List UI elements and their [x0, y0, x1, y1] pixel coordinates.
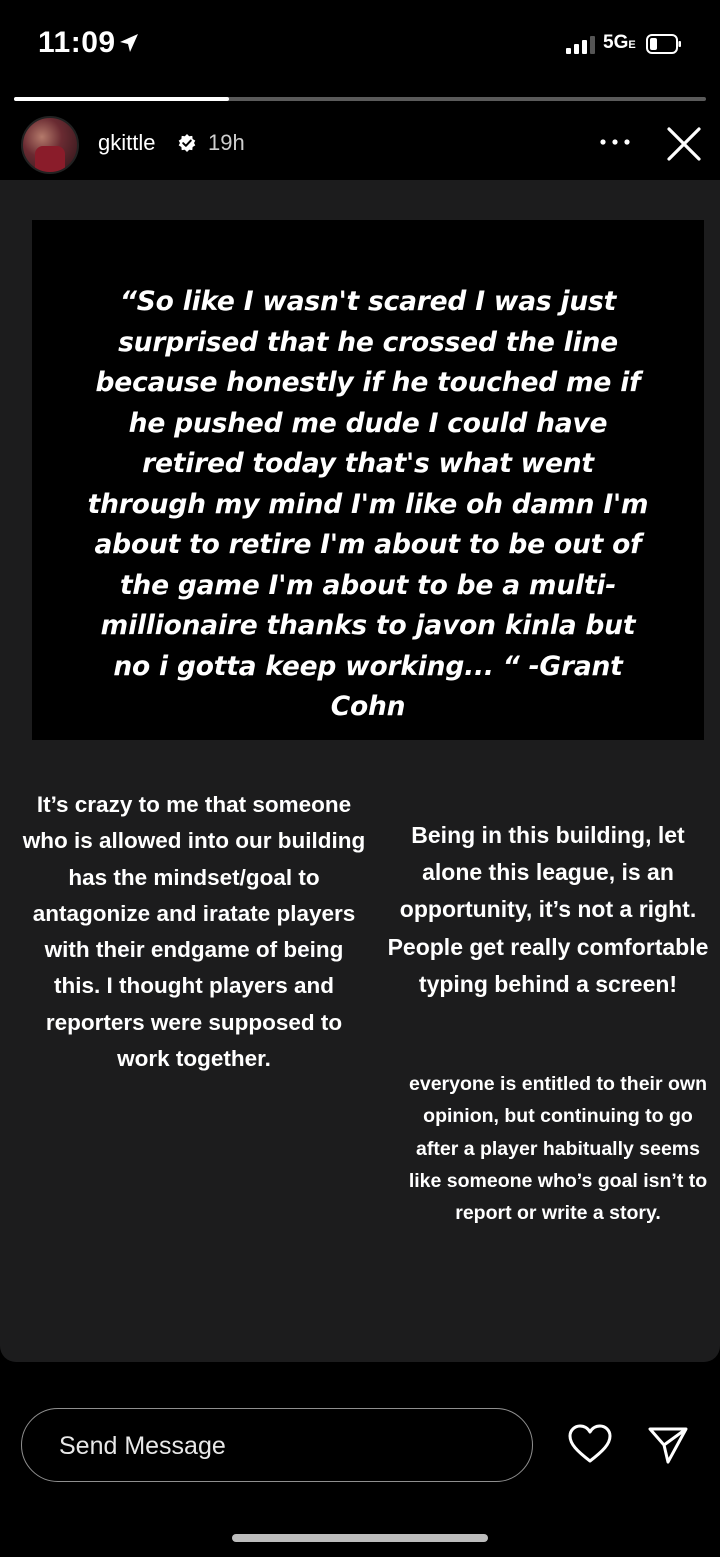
- signal-bars-icon: [566, 36, 595, 54]
- send-message-input[interactable]: Send Message: [21, 1408, 533, 1482]
- heart-icon[interactable]: [567, 1423, 613, 1465]
- battery-low-icon: [646, 34, 681, 54]
- username[interactable]: gkittle: [98, 130, 155, 156]
- close-icon[interactable]: [664, 124, 704, 164]
- send-arrow-icon[interactable]: [647, 1425, 689, 1465]
- right-small-caption: everyone is entitled to their own opinio…: [408, 1073, 708, 1225]
- status-bar: 11:09 5GE: [0, 0, 720, 90]
- quote-text: “So like I wasn't scared I was just surp…: [87, 286, 649, 722]
- right-caption: Being in this building, let alone this l…: [387, 822, 709, 997]
- left-caption: It’s crazy to me that someone who is all…: [22, 792, 366, 1072]
- story-progress-bar: [14, 97, 706, 101]
- story-header: gkittle 19h: [0, 108, 720, 178]
- home-indicator: [232, 1534, 488, 1542]
- more-dots-icon[interactable]: [598, 132, 632, 152]
- location-arrow-icon: [120, 34, 138, 52]
- send-message-placeholder: Send Message: [59, 1432, 226, 1460]
- story-progress-fill: [14, 97, 229, 101]
- message-bar: Send Message: [0, 1395, 720, 1495]
- avatar[interactable]: [21, 116, 79, 174]
- story-timestamp: 19h: [208, 130, 245, 155]
- network-indicator: 5GE: [603, 32, 636, 53]
- status-time: 11:09: [38, 26, 116, 59]
- verified-badge-icon: [178, 134, 196, 152]
- quote-screenshot: “So like I wasn't scared I was just surp…: [32, 220, 704, 740]
- story-content[interactable]: “So like I wasn't scared I was just surp…: [0, 180, 720, 1362]
